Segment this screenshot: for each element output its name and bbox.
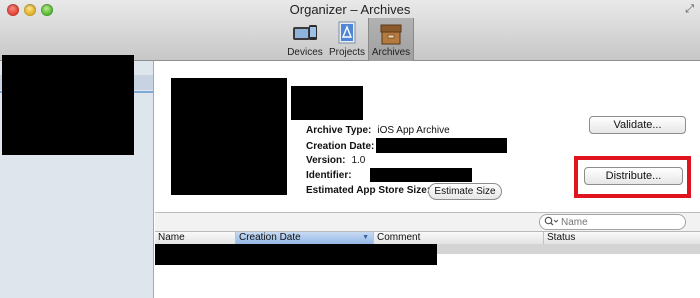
version-value: 1.0 xyxy=(351,155,366,166)
toolbar-devices[interactable]: Devices xyxy=(284,18,326,61)
estimated-size-row: Estimated App Store Size: xyxy=(306,184,430,197)
toolbar-projects-label: Projects xyxy=(328,47,366,58)
toolbar-archives[interactable]: Archives xyxy=(368,18,414,61)
archives-table-header: Name Creation Date ▼ Comment Status xyxy=(155,231,700,245)
toolbar-devices-label: Devices xyxy=(287,47,323,58)
column-header-status[interactable]: Status xyxy=(544,232,700,244)
organizer-toolbar: Devices Projects Archives xyxy=(284,18,414,61)
archive-type-row: Archive Type: iOS App Archive xyxy=(306,124,450,137)
sort-descending-icon: ▼ xyxy=(362,234,369,241)
creation-date-label: Creation Date: xyxy=(306,141,375,152)
toolbar-archives-label: Archives xyxy=(371,47,411,58)
redacted-identifier xyxy=(370,168,472,182)
column-header-comment[interactable]: Comment xyxy=(374,232,544,244)
devices-icon xyxy=(292,23,318,45)
distribute-highlight-box xyxy=(574,156,691,198)
redacted-creation-date xyxy=(376,138,507,153)
redacted-table-row xyxy=(155,244,437,265)
window-titlebar: Organizer – Archives ⤢ Devices Projects … xyxy=(0,0,700,61)
column-comment-label: Comment xyxy=(377,232,421,243)
search-input[interactable] xyxy=(561,216,671,228)
archive-type-label: Archive Type: xyxy=(306,125,372,136)
window-title: Organizer – Archives xyxy=(289,2,411,17)
projects-icon xyxy=(336,21,358,45)
version-row: Version: 1.0 xyxy=(306,154,365,167)
search-bar xyxy=(155,212,700,231)
identifier-label: Identifier: xyxy=(306,170,352,181)
search-field[interactable] xyxy=(539,214,686,230)
archive-type-value: iOS App Archive xyxy=(377,125,450,136)
column-header-name[interactable]: Name xyxy=(155,232,236,244)
validate-button[interactable]: Validate... xyxy=(589,116,686,134)
fullscreen-icon[interactable]: ⤢ xyxy=(685,3,694,16)
redacted-app-name xyxy=(291,86,363,120)
estimate-size-button[interactable]: Estimate Size xyxy=(428,183,502,200)
identifier-row: Identifier: xyxy=(306,169,352,182)
column-name-label: Name xyxy=(158,232,185,243)
archives-icon xyxy=(379,23,403,45)
estimated-size-label: Estimated App Store Size: xyxy=(306,185,431,196)
column-creation-date-label: Creation Date xyxy=(239,232,301,243)
toolbar-projects[interactable]: Projects xyxy=(326,18,368,61)
redacted-app-item xyxy=(2,55,134,155)
column-status-label: Status xyxy=(547,232,576,243)
version-label: Version: xyxy=(306,155,346,166)
creation-date-row: Creation Date: xyxy=(306,140,374,153)
redacted-app-icon xyxy=(171,78,287,195)
search-icon xyxy=(544,216,559,229)
column-header-creation-date[interactable]: Creation Date ▼ xyxy=(236,232,374,244)
